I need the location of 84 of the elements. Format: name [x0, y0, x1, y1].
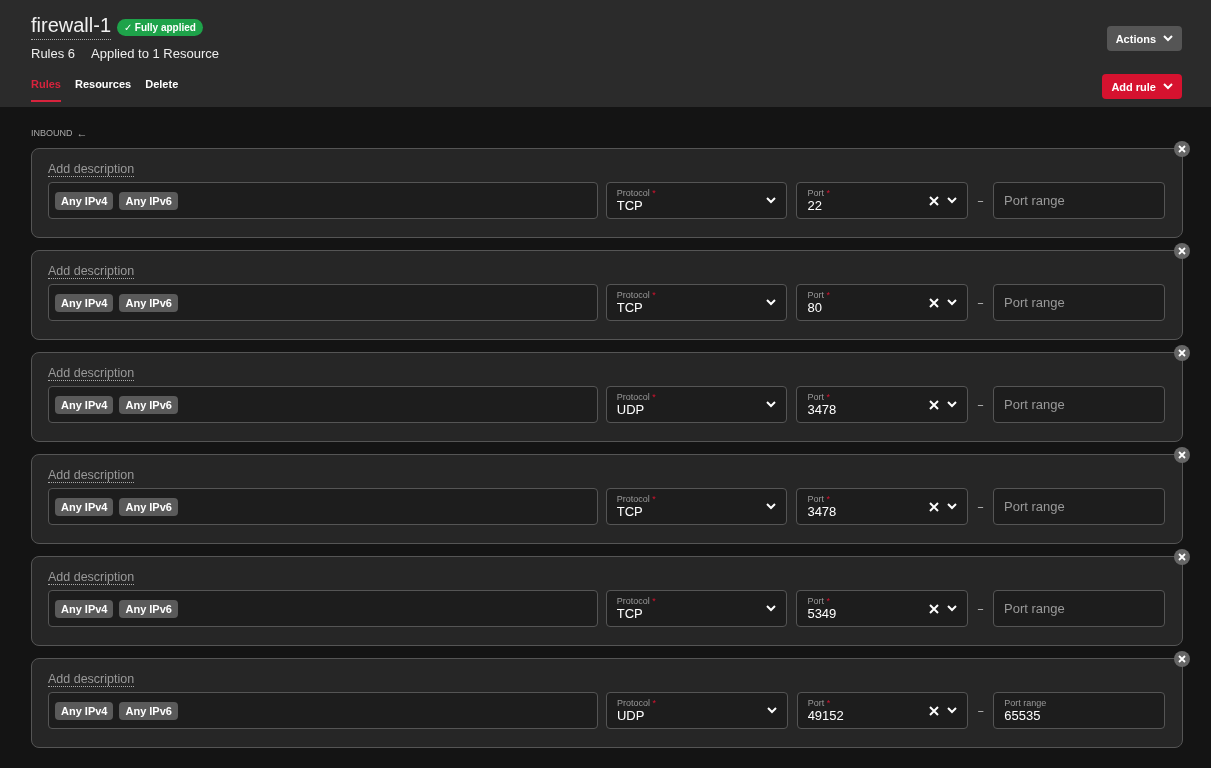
- description-field[interactable]: Add description: [48, 570, 135, 585]
- chevron-down-icon: [1163, 35, 1173, 42]
- arrow-left-icon: ←: [76, 127, 88, 139]
- clear-icon[interactable]: [929, 705, 940, 716]
- sources-field[interactable]: Any IPv4 Any IPv6: [48, 386, 598, 423]
- port-range-field[interactable]: Port range: [993, 590, 1165, 627]
- port-select[interactable]: Port * 3478: [796, 386, 969, 423]
- source-tag: Any IPv6: [119, 701, 178, 720]
- description-field[interactable]: Add description: [48, 366, 135, 381]
- chevron-down-icon: [947, 503, 958, 510]
- firewall-title: firewall-1: [31, 14, 112, 40]
- description-field[interactable]: Add description: [48, 468, 135, 483]
- chevron-down-icon: [766, 401, 777, 408]
- chevron-down-icon: [766, 503, 777, 510]
- add-rule-button[interactable]: Add rule: [1102, 74, 1182, 99]
- source-tag: Any IPv6: [119, 395, 178, 414]
- source-tag: Any IPv4: [55, 599, 114, 618]
- range-dash: –: [976, 499, 985, 514]
- port-select[interactable]: Port * 5349: [796, 590, 969, 627]
- port-range-field[interactable]: Port range 65535: [993, 692, 1165, 729]
- chevron-down-icon: [766, 707, 777, 714]
- source-tag: Any IPv6: [119, 599, 178, 618]
- close-icon[interactable]: [1174, 243, 1190, 259]
- clear-icon[interactable]: [929, 501, 940, 512]
- sources-field[interactable]: Any IPv4 Any IPv6: [48, 692, 598, 729]
- port-select[interactable]: Port * 80: [796, 284, 969, 321]
- port-select[interactable]: Port * 3478: [796, 488, 969, 525]
- tab[interactable]: Delete: [145, 78, 179, 102]
- source-tag: Any IPv4: [55, 191, 114, 210]
- sources-field[interactable]: Any IPv4 Any IPv6: [48, 590, 598, 627]
- section-title: INBOUND: [31, 128, 73, 138]
- close-icon[interactable]: [1174, 549, 1190, 565]
- status-badge: ✓ Fully applied: [117, 18, 203, 36]
- protocol-select[interactable]: Protocol * TCP: [605, 284, 788, 321]
- close-icon[interactable]: [1174, 447, 1190, 463]
- clear-icon[interactable]: [929, 603, 940, 614]
- sources-field[interactable]: Any IPv4 Any IPv6: [48, 284, 598, 321]
- stat-text: Rules 6: [31, 46, 76, 61]
- source-tag: Any IPv4: [55, 293, 114, 312]
- sources-field[interactable]: Any IPv4 Any IPv6: [48, 488, 598, 525]
- port-range-field[interactable]: Port range: [993, 386, 1165, 423]
- source-tag: Any IPv6: [119, 191, 178, 210]
- description-field[interactable]: Add description: [48, 672, 135, 687]
- range-dash: –: [976, 703, 986, 718]
- range-dash: –: [976, 397, 985, 412]
- range-dash: –: [976, 295, 985, 310]
- range-dash: –: [976, 601, 985, 616]
- port-range-field[interactable]: Port range: [993, 182, 1165, 219]
- clear-icon[interactable]: [929, 399, 940, 410]
- description-field[interactable]: Add description: [48, 264, 135, 279]
- close-icon[interactable]: [1174, 141, 1190, 157]
- chevron-down-icon: [766, 605, 777, 612]
- protocol-select[interactable]: Protocol * UDP: [605, 386, 788, 423]
- sources-field[interactable]: Any IPv4 Any IPv6: [48, 182, 598, 219]
- chevron-down-icon: [947, 299, 958, 306]
- chevron-down-icon: [947, 401, 958, 408]
- source-tag: Any IPv4: [55, 395, 114, 414]
- source-tag: Any IPv4: [55, 701, 114, 720]
- source-tag: Any IPv6: [119, 293, 178, 312]
- tab[interactable]: Resources: [74, 78, 132, 102]
- chevron-down-icon: [1163, 83, 1173, 90]
- clear-icon[interactable]: [929, 297, 940, 308]
- protocol-select[interactable]: Protocol * UDP: [605, 692, 788, 729]
- description-field[interactable]: Add description: [48, 162, 135, 177]
- chevron-down-icon: [947, 605, 958, 612]
- chevron-down-icon: [766, 197, 777, 204]
- range-dash: –: [976, 193, 985, 208]
- port-range-field[interactable]: Port range: [993, 284, 1165, 321]
- chevron-down-icon: [766, 299, 777, 306]
- protocol-select[interactable]: Protocol * TCP: [605, 488, 788, 525]
- chevron-down-icon: [947, 197, 958, 204]
- source-tag: Any IPv6: [119, 497, 178, 516]
- close-icon[interactable]: [1174, 345, 1190, 361]
- clear-icon[interactable]: [929, 195, 940, 206]
- stat-text: Applied to 1 Resource: [91, 46, 219, 61]
- close-icon[interactable]: [1174, 651, 1190, 667]
- port-select[interactable]: Port * 22: [796, 182, 969, 219]
- chevron-down-icon: [947, 707, 958, 714]
- protocol-select[interactable]: Protocol * TCP: [605, 182, 788, 219]
- actions-button[interactable]: Actions: [1106, 26, 1182, 51]
- port-range-field[interactable]: Port range: [993, 488, 1165, 525]
- protocol-select[interactable]: Protocol * TCP: [605, 590, 788, 627]
- port-select[interactable]: Port * 49152: [796, 692, 969, 729]
- source-tag: Any IPv4: [55, 497, 114, 516]
